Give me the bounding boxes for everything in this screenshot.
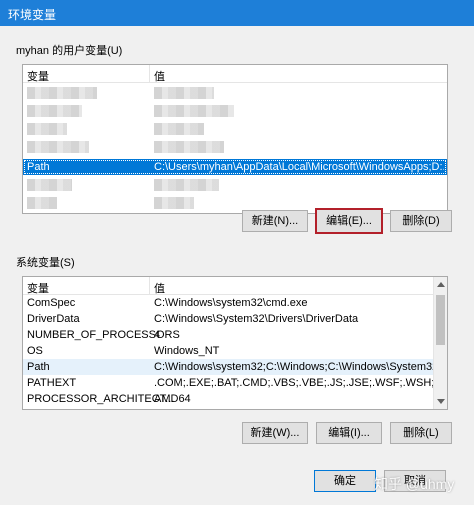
variable-value: C:\Windows\system32;C:\Windows;C:\Window… (154, 361, 444, 373)
window-title: 环境变量 (8, 8, 57, 22)
variable-value: C:\Windows\system32\cmd.exe (154, 297, 308, 309)
redacted-text (27, 179, 72, 191)
variable-value: AMD64 (154, 393, 191, 405)
column-header-variable[interactable]: 变量 (27, 280, 49, 296)
system-new-button[interactable]: 新建(W)... (242, 422, 308, 444)
variable-value: Windows_NT (154, 345, 220, 357)
column-divider[interactable] (149, 65, 150, 83)
column-header-value[interactable]: 值 (154, 280, 165, 296)
redacted-text (27, 123, 67, 135)
redacted-text (154, 141, 224, 153)
list-item-redacted[interactable] (23, 177, 447, 193)
user-new-button[interactable]: 新建(N)... (242, 210, 308, 232)
user-edit-button[interactable]: 编辑(E)... (315, 208, 383, 234)
user-vars-group-label: myhan 的用户变量(U) (16, 45, 123, 57)
table-row[interactable]: DriverData C:\Windows\System32\Drivers\D… (23, 311, 447, 327)
table-row[interactable]: ComSpec C:\Windows\system32\cmd.exe (23, 295, 447, 311)
column-divider[interactable] (149, 277, 150, 295)
table-row[interactable]: OS Windows_NT (23, 343, 447, 359)
variable-name: PROCESSOR_ARCHITECT... (27, 393, 175, 405)
title-bar: 环境变量 (0, 0, 474, 26)
list-item-redacted[interactable] (23, 195, 447, 211)
variable-value: 4 (154, 329, 161, 341)
variable-name: Path (27, 361, 50, 373)
variable-name: Path (27, 161, 50, 173)
redacted-text (154, 105, 234, 117)
system-vars-list[interactable]: 变量 值 ComSpec C:\Windows\system32\cmd.exe… (22, 276, 448, 410)
system-vars-scrollbar[interactable] (433, 277, 447, 409)
variable-value: .COM;.EXE;.BAT;.CMD;.VBS;.VBE;.JS;.JSE;.… (154, 377, 444, 389)
scroll-down-icon[interactable] (437, 399, 445, 404)
system-vars-group-label: 系统变量(S) (16, 257, 75, 269)
redacted-text (27, 105, 82, 117)
user-delete-button[interactable]: 删除(D) (390, 210, 452, 232)
redacted-text (27, 197, 57, 209)
table-row[interactable]: Path C:\Windows\system32;C:\Windows;C:\W… (23, 359, 447, 375)
ok-button[interactable]: 确定 (314, 470, 376, 492)
list-item-redacted[interactable] (23, 85, 447, 101)
scroll-thumb[interactable] (436, 295, 445, 345)
variable-name: PATHEXT (27, 377, 77, 389)
table-row[interactable]: PATHEXT .COM;.EXE;.BAT;.CMD;.VBS;.VBE;.J… (23, 375, 447, 391)
list-item-redacted[interactable] (23, 121, 447, 137)
watermark: 知乎 @uhmy (374, 476, 455, 492)
user-vars-list[interactable]: 变量 值 Path C:\Users\myhan\AppData\Local\M… (22, 64, 448, 214)
variable-name: DriverData (27, 313, 80, 325)
column-header-variable[interactable]: 变量 (27, 68, 49, 84)
redacted-text (154, 197, 194, 209)
system-edit-button[interactable]: 编辑(I)... (316, 422, 382, 444)
variable-name: OS (27, 345, 43, 357)
variable-value: C:\Windows\System32\Drivers\DriverData (154, 313, 359, 325)
redacted-text (154, 179, 219, 191)
list-item-redacted[interactable] (23, 103, 447, 119)
environment-variables-dialog: myhan 的用户变量(U) 变量 值 Path C:\Users\myhan\… (0, 26, 474, 505)
system-delete-button[interactable]: 删除(L) (390, 422, 452, 444)
redacted-text (154, 123, 204, 135)
table-row[interactable]: PROCESSOR_ARCHITECT... AMD64 (23, 391, 447, 407)
redacted-text (154, 87, 214, 99)
scroll-up-icon[interactable] (437, 282, 445, 287)
column-header-value[interactable]: 值 (154, 68, 165, 84)
redacted-text (27, 87, 97, 99)
table-row[interactable]: NUMBER_OF_PROCESSORS 4 (23, 327, 447, 343)
user-var-row-path[interactable]: Path C:\Users\myhan\AppData\Local\Micros… (23, 159, 447, 175)
list-item-redacted[interactable] (23, 139, 447, 155)
user-vars-header: 变量 值 (23, 65, 447, 83)
system-vars-header: 变量 值 (23, 277, 447, 295)
variable-name: ComSpec (27, 297, 76, 309)
redacted-text (27, 141, 89, 153)
variable-value: C:\Users\myhan\AppData\Local\Microsoft\W… (154, 161, 444, 173)
